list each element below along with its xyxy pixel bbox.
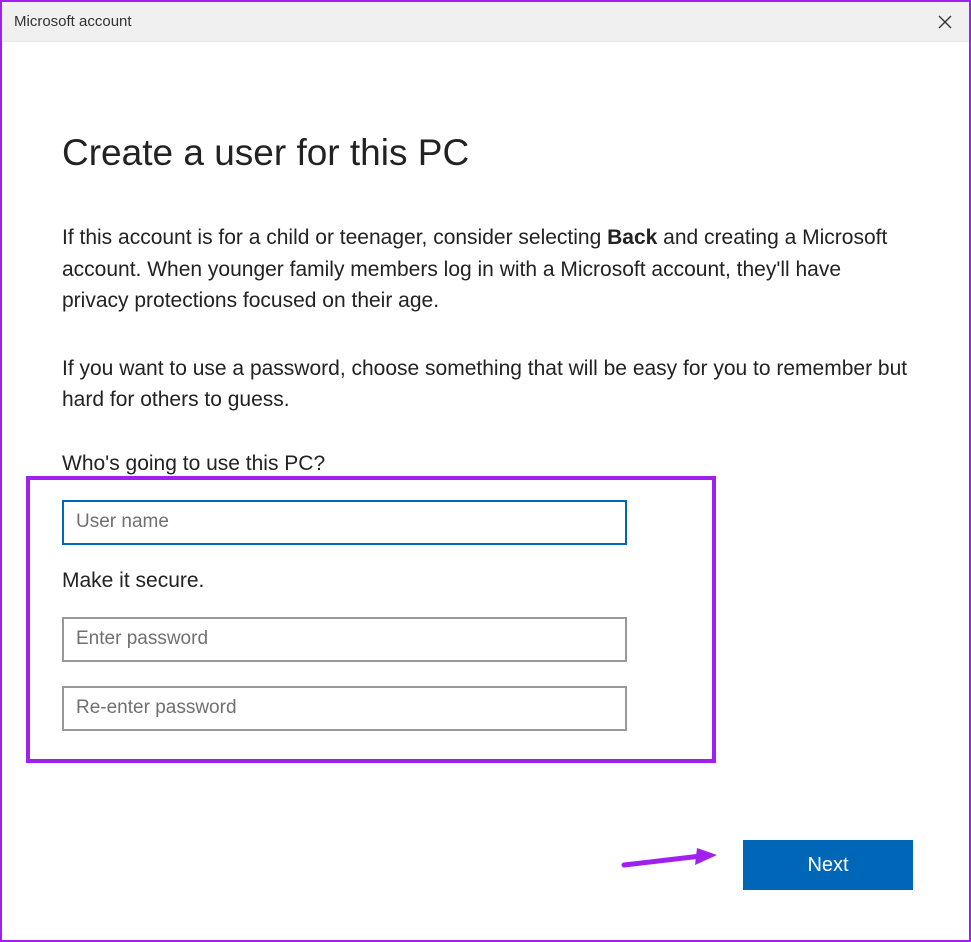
window-title: Microsoft account [14,13,132,30]
next-button[interactable]: Next [743,840,913,890]
arrow-icon [619,845,719,875]
username-input[interactable] [62,500,627,545]
close-icon [938,15,952,29]
page-heading: Create a user for this PC [62,132,909,174]
description-bold: Back [607,226,657,249]
titlebar: Microsoft account [2,2,969,42]
password-input[interactable] [62,617,627,662]
form-highlight-annotation: Make it secure. [26,476,716,763]
footer: Next [743,840,913,890]
who-label: Who's going to use this PC? [62,452,909,476]
description-pre: If this account is for a child or teenag… [62,226,607,249]
sub-description-text: If you want to use a password, choose so… [62,353,909,416]
description-text: If this account is for a child or teenag… [62,222,909,317]
main-content: Create a user for this PC If this accoun… [2,42,969,763]
form-group: Make it secure. [62,500,680,731]
arrow-annotation [619,845,719,880]
close-button[interactable] [921,2,969,42]
reenter-password-input[interactable] [62,686,627,731]
secure-label: Make it secure. [62,569,680,593]
